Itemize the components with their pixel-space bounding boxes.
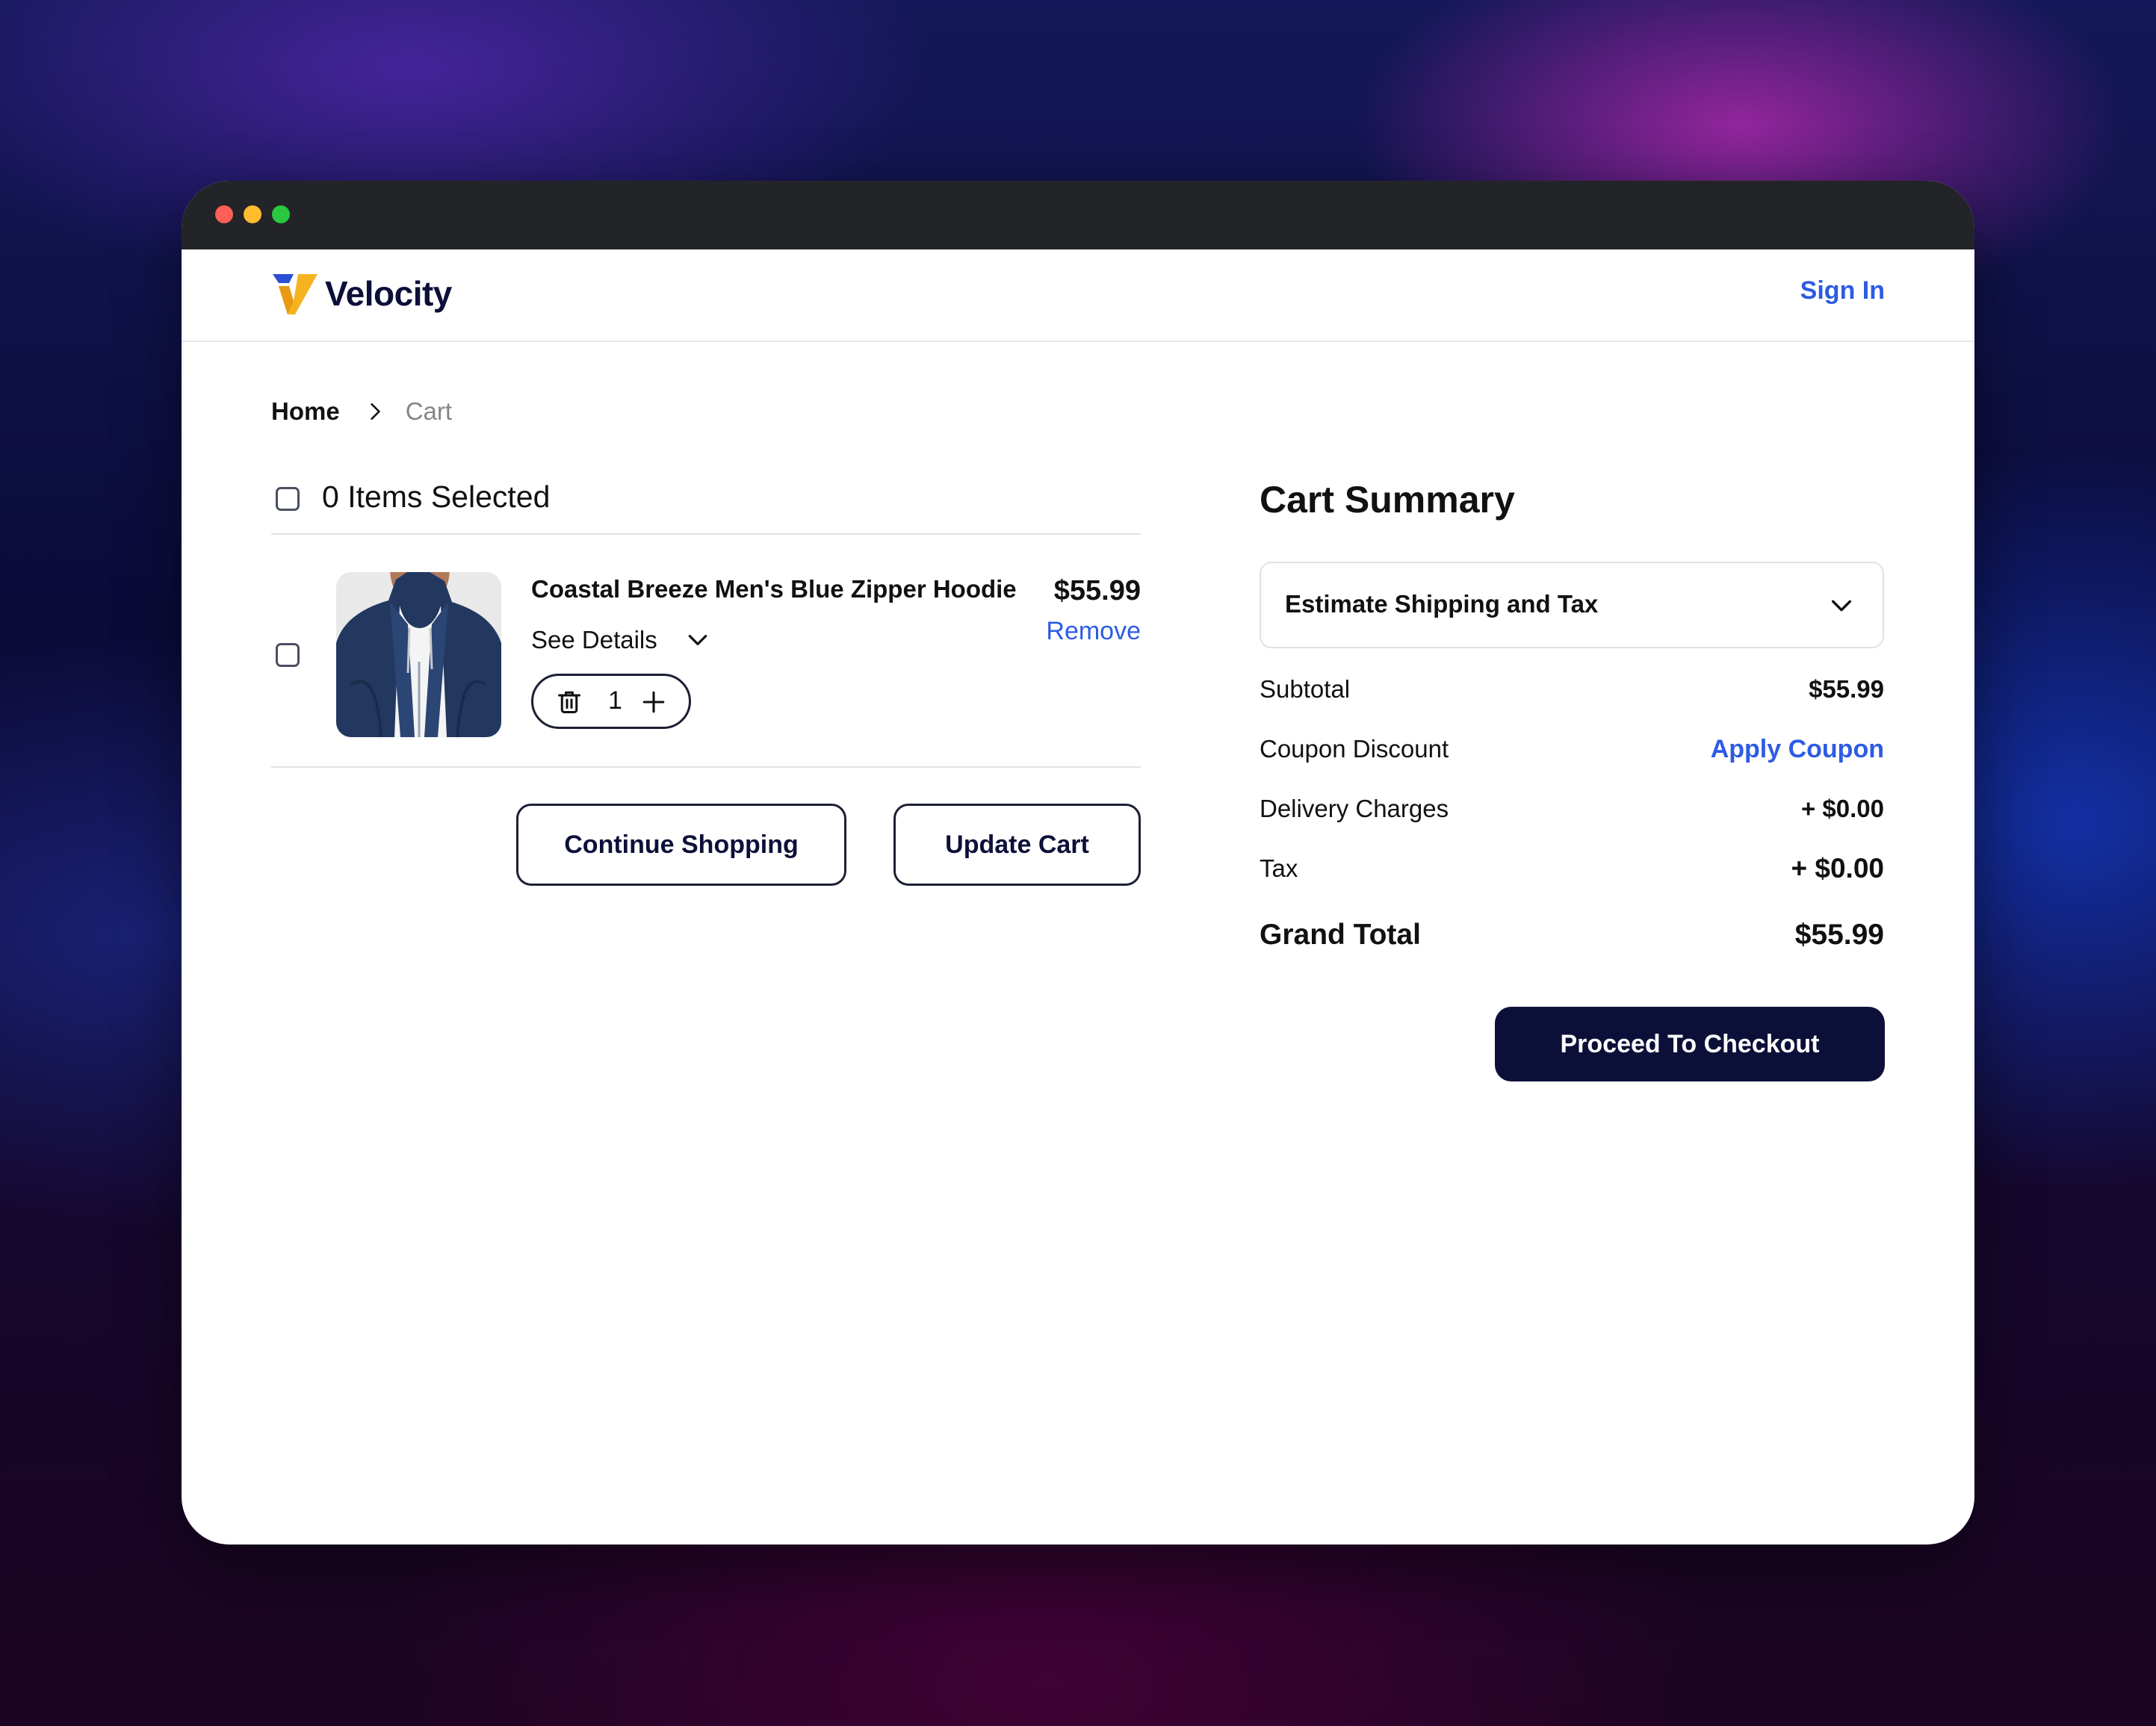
window-titlebar (182, 181, 1974, 249)
product-name[interactable]: Coastal Breeze Men's Blue Zipper Hoodie (531, 575, 1017, 603)
plus-icon[interactable] (641, 689, 666, 715)
chevron-right-icon (371, 403, 380, 420)
apply-coupon-link[interactable]: Apply Coupon (1711, 735, 1884, 764)
product-price: $55.99 (1053, 575, 1141, 606)
minimize-window-button[interactable] (244, 205, 261, 223)
estimate-shipping-label: Estimate Shipping and Tax (1285, 590, 1599, 618)
grand-total-label: Grand Total (1260, 919, 1421, 951)
continue-shopping-button[interactable]: Continue Shopping (516, 804, 846, 886)
brand-name: Velocity (325, 274, 452, 313)
breadcrumb: Home Cart (271, 397, 452, 426)
remove-item-link[interactable]: Remove (1046, 617, 1141, 646)
quantity-value[interactable]: 1 (608, 686, 622, 715)
browser-window: Velocity Sign In Home Cart 0 Items Selec… (182, 181, 1974, 1545)
quantity-stepper: 1 (531, 674, 691, 729)
coupon-discount-label: Coupon Discount (1260, 735, 1449, 763)
divider (271, 766, 1141, 768)
estimate-shipping-dropdown[interactable]: Estimate Shipping and Tax (1260, 562, 1884, 648)
subtotal-value: $55.99 (1809, 675, 1884, 703)
hoodie-image (336, 572, 501, 737)
see-details-toggle[interactable]: See Details (531, 626, 710, 654)
chevron-down-icon (1831, 600, 1852, 612)
see-details-label: See Details (531, 626, 657, 654)
item-checkbox[interactable] (276, 643, 300, 667)
items-selected-label: 0 Items Selected (322, 479, 551, 514)
breadcrumb-home-link[interactable]: Home (271, 397, 340, 426)
tax-value: + $0.00 (1791, 853, 1884, 884)
cart-summary-title: Cart Summary (1260, 479, 1515, 521)
proceed-to-checkout-button[interactable]: Proceed To Checkout (1495, 1007, 1885, 1081)
maximize-window-button[interactable] (272, 205, 290, 223)
subtotal-label: Subtotal (1260, 675, 1351, 703)
update-cart-button[interactable]: Update Cart (893, 804, 1141, 886)
velocity-logo-icon (273, 274, 317, 314)
product-image[interactable] (336, 572, 501, 737)
delivery-charges-label: Delivery Charges (1260, 795, 1449, 822)
sign-in-link[interactable]: Sign In (1800, 276, 1885, 305)
tax-label: Tax (1260, 854, 1298, 882)
chevron-down-icon (688, 635, 707, 645)
trash-icon[interactable] (556, 689, 583, 715)
brand-logo[interactable]: Velocity (271, 270, 452, 317)
select-all-checkbox[interactable] (276, 487, 300, 511)
breadcrumb-current: Cart (405, 397, 453, 425)
delivery-charges-value: + $0.00 (1800, 795, 1884, 822)
site-header: Velocity Sign In (182, 249, 1974, 342)
divider (271, 533, 1141, 535)
close-window-button[interactable] (215, 205, 233, 223)
grand-total-value: $55.99 (1794, 919, 1884, 951)
